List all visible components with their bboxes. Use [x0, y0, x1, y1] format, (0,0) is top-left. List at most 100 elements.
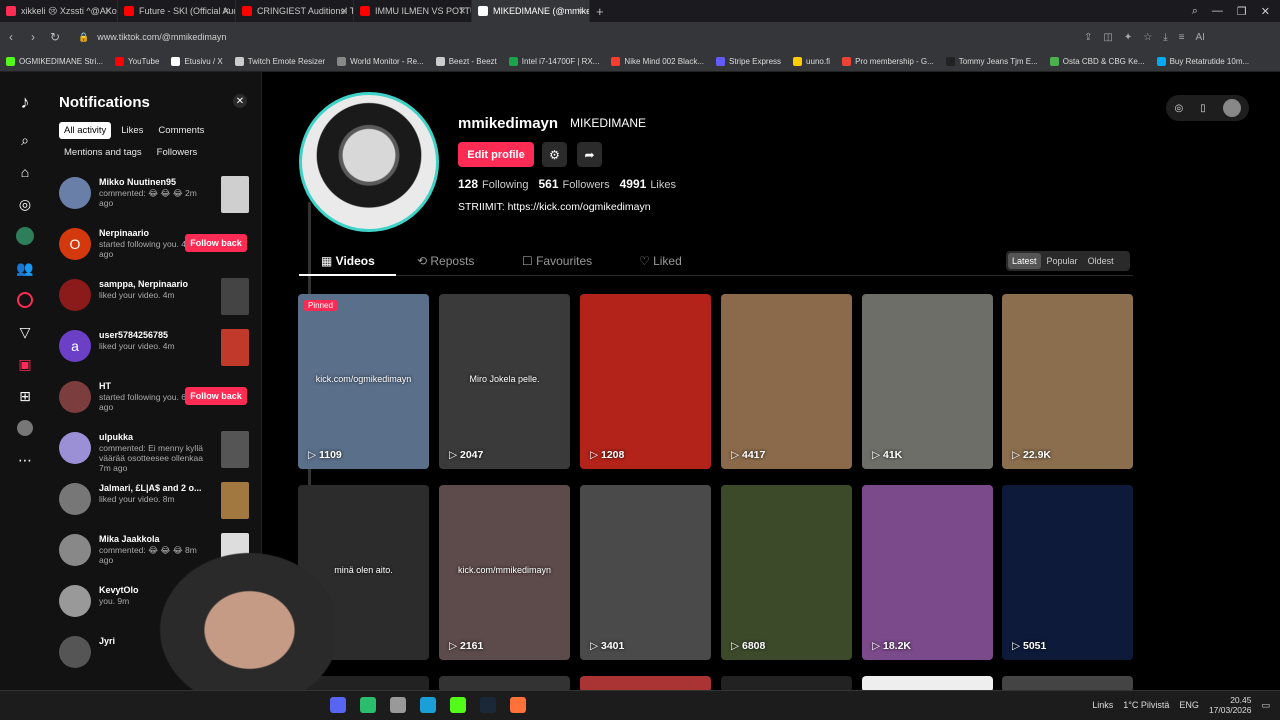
following-avatar-icon[interactable]	[15, 226, 35, 246]
follow-back-button[interactable]: Follow back	[185, 387, 247, 405]
notification-item[interactable]: samppa, Nerpinaario liked your video. 4m	[59, 276, 249, 327]
avatar[interactable]	[59, 534, 91, 566]
weather-widget[interactable]: 1°C Pilvistä	[1123, 700, 1169, 710]
video-thumbnail[interactable]	[221, 482, 249, 519]
settings-app-icon[interactable]	[390, 697, 406, 713]
video-card[interactable]: ▷ 18.2K	[862, 485, 993, 660]
close-tab-icon[interactable]: ✕	[104, 6, 112, 17]
messages-icon[interactable]: ▽	[15, 322, 35, 342]
clock[interactable]: 20.45 17/03/2026	[1209, 695, 1252, 715]
video-card[interactable]: ▷ 22.9K	[1002, 294, 1133, 469]
share-icon[interactable]: ⇪	[1084, 32, 1092, 43]
tab-liked[interactable]: ♡ Liked	[639, 254, 682, 268]
minimize-button[interactable]: —	[1212, 5, 1223, 17]
star-icon[interactable]: ☆	[1143, 32, 1152, 43]
video-card[interactable]: ▷ 4417	[721, 294, 852, 469]
notification-username[interactable]: user5784256785	[99, 330, 168, 340]
avatar[interactable]	[59, 432, 91, 464]
app-icon[interactable]	[360, 697, 376, 713]
discord-icon[interactable]	[330, 697, 346, 713]
notification-username[interactable]: ulpukka	[99, 432, 133, 442]
edit-profile-button[interactable]: Edit profile	[458, 142, 534, 167]
screenshot-icon[interactable]: ◫	[1103, 32, 1112, 43]
back-button[interactable]: ‹	[0, 30, 22, 44]
video-thumbnail[interactable]	[221, 176, 249, 213]
notification-item[interactable]: O Nerpinaario started following you. 4m ag…	[59, 225, 249, 276]
avatar[interactable]: a	[59, 330, 91, 362]
filter-chip[interactable]: Mentions and tags	[59, 144, 147, 161]
bookmark-item[interactable]: Pro membership - G...	[836, 57, 940, 66]
sort-popular[interactable]: Popular	[1043, 253, 1082, 269]
bookmark-item[interactable]: Tommy Jeans Tjm E...	[940, 57, 1044, 66]
friends-icon[interactable]: 👥	[15, 258, 35, 278]
filter-chip[interactable]: Likes	[116, 122, 148, 139]
links-toolbar[interactable]: Links	[1092, 700, 1113, 710]
browser-tab[interactable]: xikkeli 😢 Xzssti ^@AKottt ✕	[0, 0, 118, 22]
bookmark-item[interactable]: Intel i7-14700F | RX...	[503, 57, 606, 66]
avatar[interactable]	[59, 636, 91, 668]
user-avatar-icon[interactable]	[1222, 99, 1241, 117]
tab-videos[interactable]: ▦ Videos	[321, 254, 375, 268]
video-thumbnail[interactable]	[221, 278, 249, 315]
bookmark-item[interactable]: uuno.fi	[787, 57, 836, 66]
close-icon[interactable]: ✕	[233, 94, 247, 108]
live-icon[interactable]	[15, 290, 35, 310]
bookmark-item[interactable]: Osta CBD & CBG Ke...	[1044, 57, 1151, 66]
menu-icon[interactable]: ≡	[1179, 32, 1185, 43]
home-icon[interactable]: ⌂	[15, 162, 35, 182]
share-profile-icon[interactable]: ➦	[577, 142, 602, 167]
firefox-icon[interactable]	[510, 697, 526, 713]
notification-username[interactable]: KevytOlo	[99, 585, 139, 595]
settings-icon[interactable]: ⚙	[542, 142, 567, 167]
following-stat[interactable]: 128 Following	[458, 177, 529, 191]
browser-tab[interactable]: IMMU ILMEN VS POTTUKI✕	[354, 0, 472, 22]
language-indicator[interactable]: ENG	[1179, 700, 1199, 710]
followers-stat[interactable]: 561 Followers	[539, 177, 610, 191]
follow-back-button[interactable]: Follow back	[185, 234, 247, 252]
bookmark-item[interactable]: World Monitor - Re...	[331, 57, 430, 66]
notification-username[interactable]: samppa, Nerpinaario	[99, 279, 188, 289]
notification-username[interactable]: Jyri	[99, 636, 115, 646]
bookmark-item[interactable]: OGMIKEDIMANE Stri...	[0, 57, 109, 66]
bookmark-item[interactable]: Etusivu / X	[165, 57, 228, 66]
notification-username[interactable]: Nerpinaario	[99, 228, 149, 238]
edge-icon[interactable]	[420, 697, 436, 713]
upload-icon[interactable]: ⊞	[15, 386, 35, 406]
filter-chip[interactable]: All activity	[59, 122, 112, 139]
extension-icon[interactable]: ✦	[1124, 32, 1132, 43]
close-window-button[interactable]: ✕	[1261, 5, 1270, 18]
download-icon[interactable]: ⤓	[1163, 32, 1167, 43]
video-card[interactable]: ▷ 3401	[580, 485, 711, 660]
notification-username[interactable]: Mikko Nuutinen95	[99, 177, 176, 187]
search-icon[interactable]: ⌕	[15, 130, 35, 150]
search-tabs-icon[interactable]: ⌕	[1192, 5, 1198, 18]
maximize-button[interactable]: ❐	[1237, 5, 1247, 18]
notification-username[interactable]: Jalmari, £L|A$ and 2 o...	[99, 483, 202, 493]
profile-icon[interactable]	[15, 418, 35, 438]
avatar[interactable]	[59, 177, 91, 209]
video-card[interactable]: ▷ 1208	[580, 294, 711, 469]
bookmark-item[interactable]: Buy Retatrutide 10m...	[1151, 57, 1256, 66]
video-card[interactable]: kick.com/mmikedimayn ▷ 2161	[439, 485, 570, 660]
explore-icon[interactable]: ◎	[15, 194, 35, 214]
avatar[interactable]	[59, 381, 91, 413]
avatar[interactable]: O	[59, 228, 91, 260]
address-bar[interactable]: 🔒 www.tiktok.com/@mmikedimayn	[74, 27, 1074, 47]
sort-oldest[interactable]: Oldest	[1084, 253, 1118, 269]
tab-favourites[interactable]: ☐ Favourites	[522, 254, 592, 268]
video-card[interactable]: ▷ 6808	[721, 485, 852, 660]
video-card[interactable]: ▷ 5051	[1002, 485, 1133, 660]
notification-item[interactable]: Mikko Nuutinen95 commented: 😂 😂 😂 2m ago	[59, 174, 249, 225]
bookmark-item[interactable]: Stripe Express	[710, 57, 787, 66]
close-tab-icon[interactable]: ✕	[222, 6, 230, 17]
bookmark-item[interactable]: Nike Mind 002 Black...	[605, 57, 710, 66]
streaming-app-icon[interactable]	[450, 697, 466, 713]
notification-item[interactable]: a user5784256785 liked your video. 4m	[59, 327, 249, 378]
avatar[interactable]	[59, 279, 91, 311]
filter-chip[interactable]: Comments	[153, 122, 209, 139]
browser-tab[interactable]: CRINGIEST Auditions! Try ✕	[236, 0, 354, 22]
tiktok-logo-icon[interactable]: ♪	[15, 92, 35, 112]
profile-avatar[interactable]	[299, 92, 439, 232]
notification-item[interactable]: HT started following you. 6m ago Follow ba…	[59, 378, 249, 429]
notification-item[interactable]: ulpukka commented: Ei menny kyllä väärää …	[59, 429, 249, 480]
